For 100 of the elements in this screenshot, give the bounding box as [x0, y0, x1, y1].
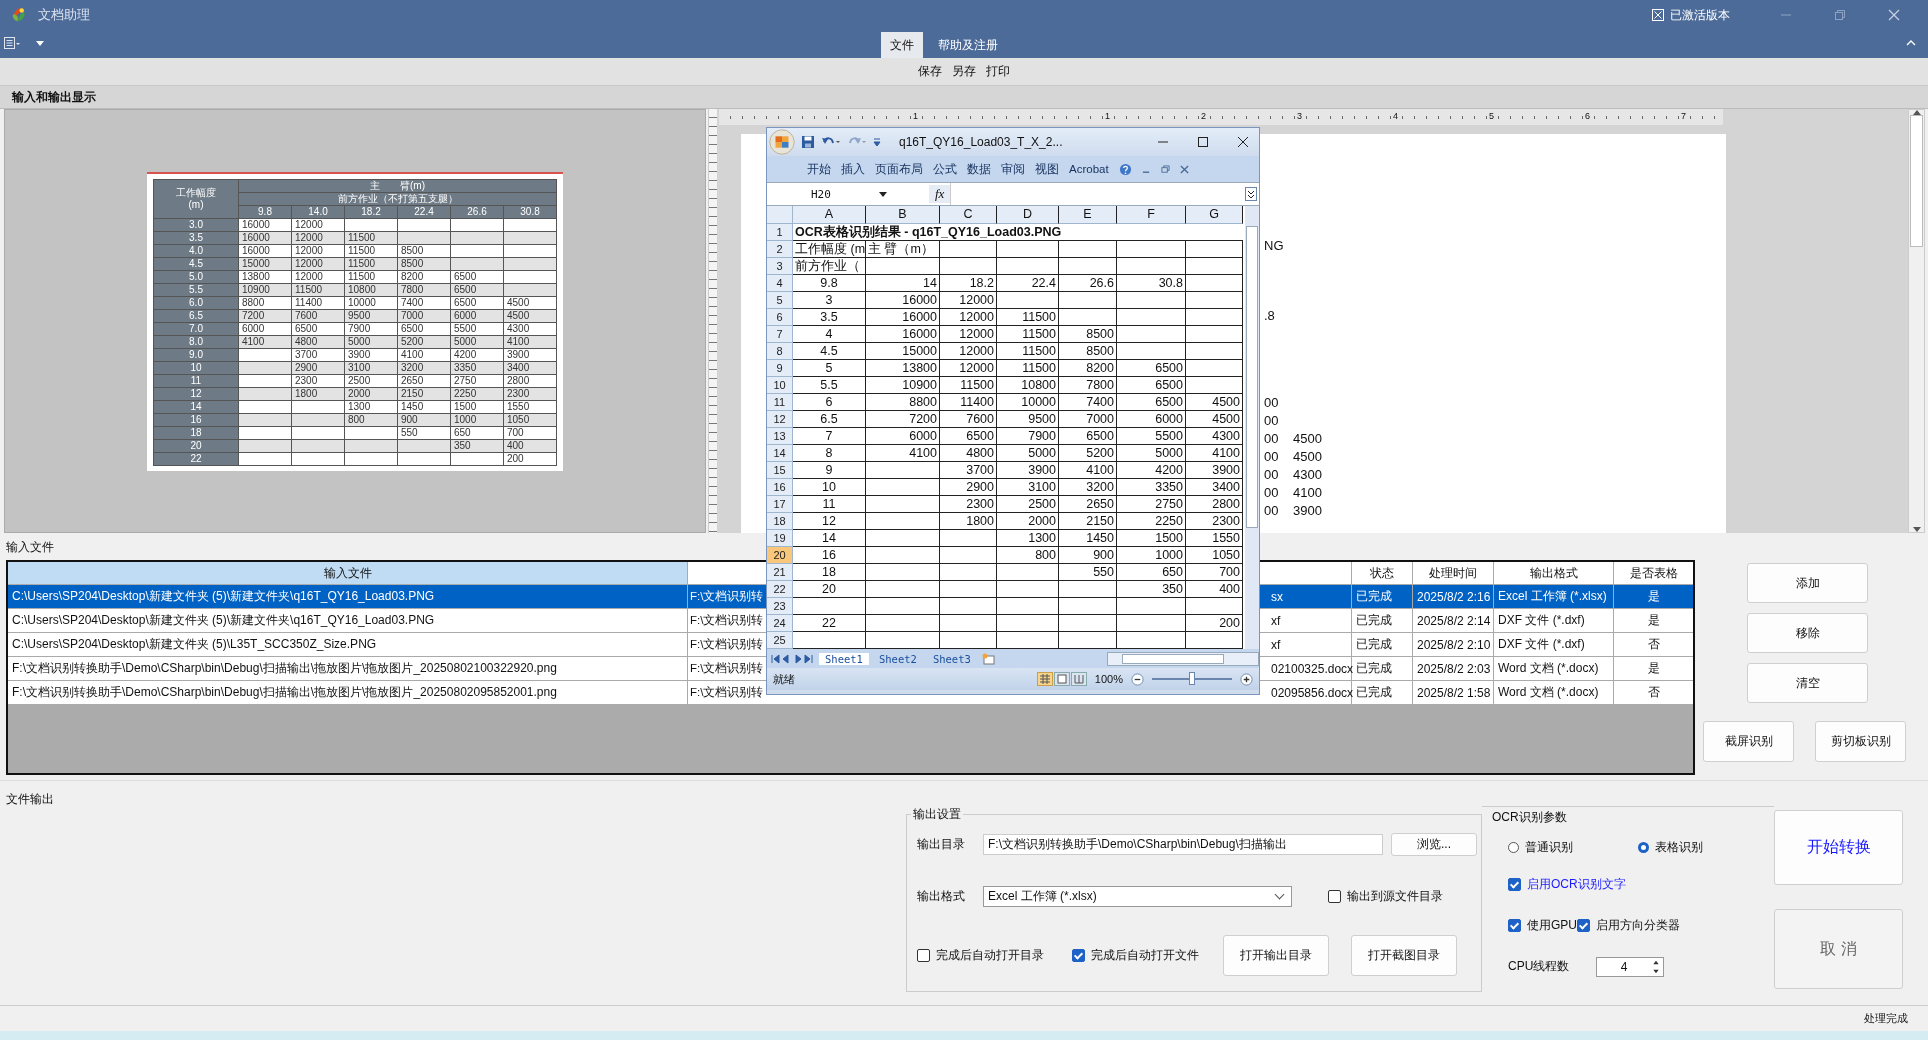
- spreadsheet-cell: 1550: [1212, 531, 1240, 545]
- spreadsheet-cell: 11: [822, 497, 836, 511]
- table-cell: 2025/8/2 1:58: [1413, 681, 1494, 704]
- table-cell-text: F:\文档识别转: [689, 613, 764, 628]
- spreadsheet-cell: 4800: [966, 446, 994, 460]
- spreadsheet-cell: 12000: [959, 293, 994, 307]
- spreadsheet-cell: 22.4: [1031, 276, 1056, 290]
- spreadsheet-cell: 3400: [1212, 480, 1240, 494]
- spreadsheet-cell: 8: [825, 446, 833, 460]
- spreadsheet-cell: 20: [822, 582, 836, 596]
- spreadsheet-cell: 6000: [1155, 412, 1183, 426]
- spreadsheet-cell: 7600: [966, 412, 994, 426]
- document-text: .8: [1264, 307, 1276, 323]
- spreadsheet-cell: 4100: [1212, 446, 1240, 460]
- spreadsheet-cell: 11400: [960, 395, 994, 409]
- ruler-number: 2: [1200, 111, 1207, 121]
- spreadsheet-cell: 5000: [1155, 446, 1183, 460]
- table-cell: C:\Users\SP204\Desktop\新建文件夹 (5)\新建文件夹\q16T_QY16_Load03.PNG: [8, 609, 688, 632]
- spreadsheet-cell: 前方作业（: [795, 259, 860, 273]
- spreadsheet-cell: 18: [822, 565, 836, 579]
- table-cell: DXF 文件 (*.dxf): [1494, 633, 1614, 656]
- spreadsheet-cell: 650: [1162, 565, 1183, 579]
- table-cell: 2025/8/2 2:14: [1413, 609, 1494, 632]
- document-text: 00: [1264, 466, 1280, 482]
- status-text: 处理完成: [1864, 1011, 1908, 1026]
- spreadsheet-cell: 4.5: [820, 344, 838, 358]
- table-cell-text: F:\文档识别转: [689, 637, 764, 652]
- table-cell: 已完成: [1352, 633, 1413, 656]
- spreadsheet-cell: 7800: [1086, 378, 1114, 392]
- spreadsheet-cell: 2000: [1028, 514, 1056, 528]
- spreadsheet-cell: 4: [825, 327, 833, 341]
- spreadsheet-cell: 2650: [1086, 497, 1114, 511]
- document-text: 00: [1264, 430, 1280, 446]
- spreadsheet-cell: 6500: [1155, 395, 1183, 409]
- spreadsheet-cell: 200: [1219, 616, 1240, 630]
- spreadsheet-cell: 3900: [1212, 463, 1240, 477]
- spreadsheet-cell: 3100: [1028, 480, 1056, 494]
- window-title: 文档助理: [38, 6, 90, 24]
- column-header: 处理时间: [1413, 562, 1494, 584]
- spreadsheet-cell: 400: [1219, 582, 1240, 596]
- spreadsheet-cell: 30.8: [1158, 276, 1183, 290]
- spreadsheet-cell: 22: [822, 616, 836, 630]
- spreadsheet-cell: 10000: [1021, 395, 1056, 409]
- spreadsheet-cell: 2300: [966, 497, 994, 511]
- checkbox-label: 使用GPU: [1527, 917, 1577, 934]
- radio-label: 表格识别: [1655, 838, 1703, 856]
- table-cell-text: F:\文档识别转: [689, 661, 764, 676]
- spreadsheet-cell: 14: [923, 276, 937, 290]
- zoom-level: 100%: [1094, 673, 1123, 685]
- table-cell-text: 是: [1646, 660, 1661, 677]
- spreadsheet-cell: 5.5: [820, 378, 838, 392]
- document-text: 00: [1264, 448, 1280, 464]
- table-cell-text: 02100325.docx: [1270, 661, 1354, 676]
- document-text: 4500: [1293, 430, 1322, 446]
- document-text: 3900: [1293, 502, 1322, 518]
- spreadsheet-cell: 7: [825, 429, 833, 443]
- table-header-cell: 工作幅度 (m): [176, 186, 216, 210]
- table-cell: 已完成: [1352, 681, 1413, 704]
- spreadsheet-cell: 12000: [959, 327, 994, 341]
- spreadsheet-cell: 11500: [1022, 361, 1056, 375]
- spreadsheet-cell: 主 臂（m）: [868, 242, 934, 256]
- group-title: 输出设置: [912, 806, 962, 823]
- table-cell-text: xf: [1270, 637, 1281, 652]
- spreadsheet-cell: 6000: [909, 429, 937, 443]
- checkbox-label: 启用OCR识别文字: [1527, 876, 1626, 893]
- ruler-number: 5: [1488, 111, 1495, 121]
- radio-label: 普通识别: [1525, 838, 1573, 856]
- document-text: NG: [1264, 237, 1285, 253]
- spreadsheet-cell: 1450: [1086, 531, 1114, 545]
- spreadsheet-cell: 3.5: [820, 310, 838, 324]
- table-cell: F:\文档识别转换助手\Demo\CSharp\bin\Debug\扫描输出\拖放图片\拖放图片_20250802100322920.png: [8, 657, 688, 680]
- document-text: 00: [1264, 484, 1280, 500]
- document-text: 4100: [1293, 484, 1322, 500]
- spreadsheet-cell: 6: [825, 395, 833, 409]
- spreadsheet-cell: 4100: [909, 446, 937, 460]
- spreadsheet-cell: 700: [1219, 565, 1240, 579]
- spreadsheet-cell: 6500: [1155, 378, 1183, 392]
- spreadsheet-cell: 26.6: [1089, 276, 1114, 290]
- spreadsheet-cell: 1500: [1155, 531, 1183, 545]
- spreadsheet-cell: 7400: [1086, 395, 1114, 409]
- document-text: 00: [1264, 412, 1280, 428]
- status-text: 就绪: [773, 671, 795, 687]
- table-cell: F:\文档识别转换助手\Demo\CSharp\bin\Debug\扫描输出\拖放图片\拖放图片_20250802095852001.png: [8, 681, 688, 704]
- spreadsheet-cell: 5: [825, 361, 833, 375]
- group-label: 文件输出: [6, 791, 54, 808]
- spreadsheet-cell: 3700: [966, 463, 994, 477]
- ruler-number: 7: [1680, 111, 1687, 121]
- spreadsheet-cell: 工作幅度 (m: [795, 242, 866, 256]
- table-header-cell: 主 臂(m): [238, 179, 557, 192]
- spreadsheet-cell: 4100: [1086, 463, 1114, 477]
- table-cell: 已完成: [1352, 609, 1413, 632]
- group-title: OCR识别参数: [1492, 810, 1567, 824]
- column-header: 是否表格: [1628, 564, 1679, 582]
- spreadsheet-cell: 12000: [959, 310, 994, 324]
- spreadsheet-cell: 6500: [1086, 429, 1114, 443]
- spreadsheet-cell: 6500: [1155, 361, 1183, 375]
- checkbox-label: 完成后自动打开文件: [1091, 947, 1199, 964]
- spreadsheet-cell: 2250: [1155, 514, 1183, 528]
- table-cell-text: 是: [1646, 612, 1661, 629]
- table-cell: DXF 文件 (*.dxf): [1494, 609, 1614, 632]
